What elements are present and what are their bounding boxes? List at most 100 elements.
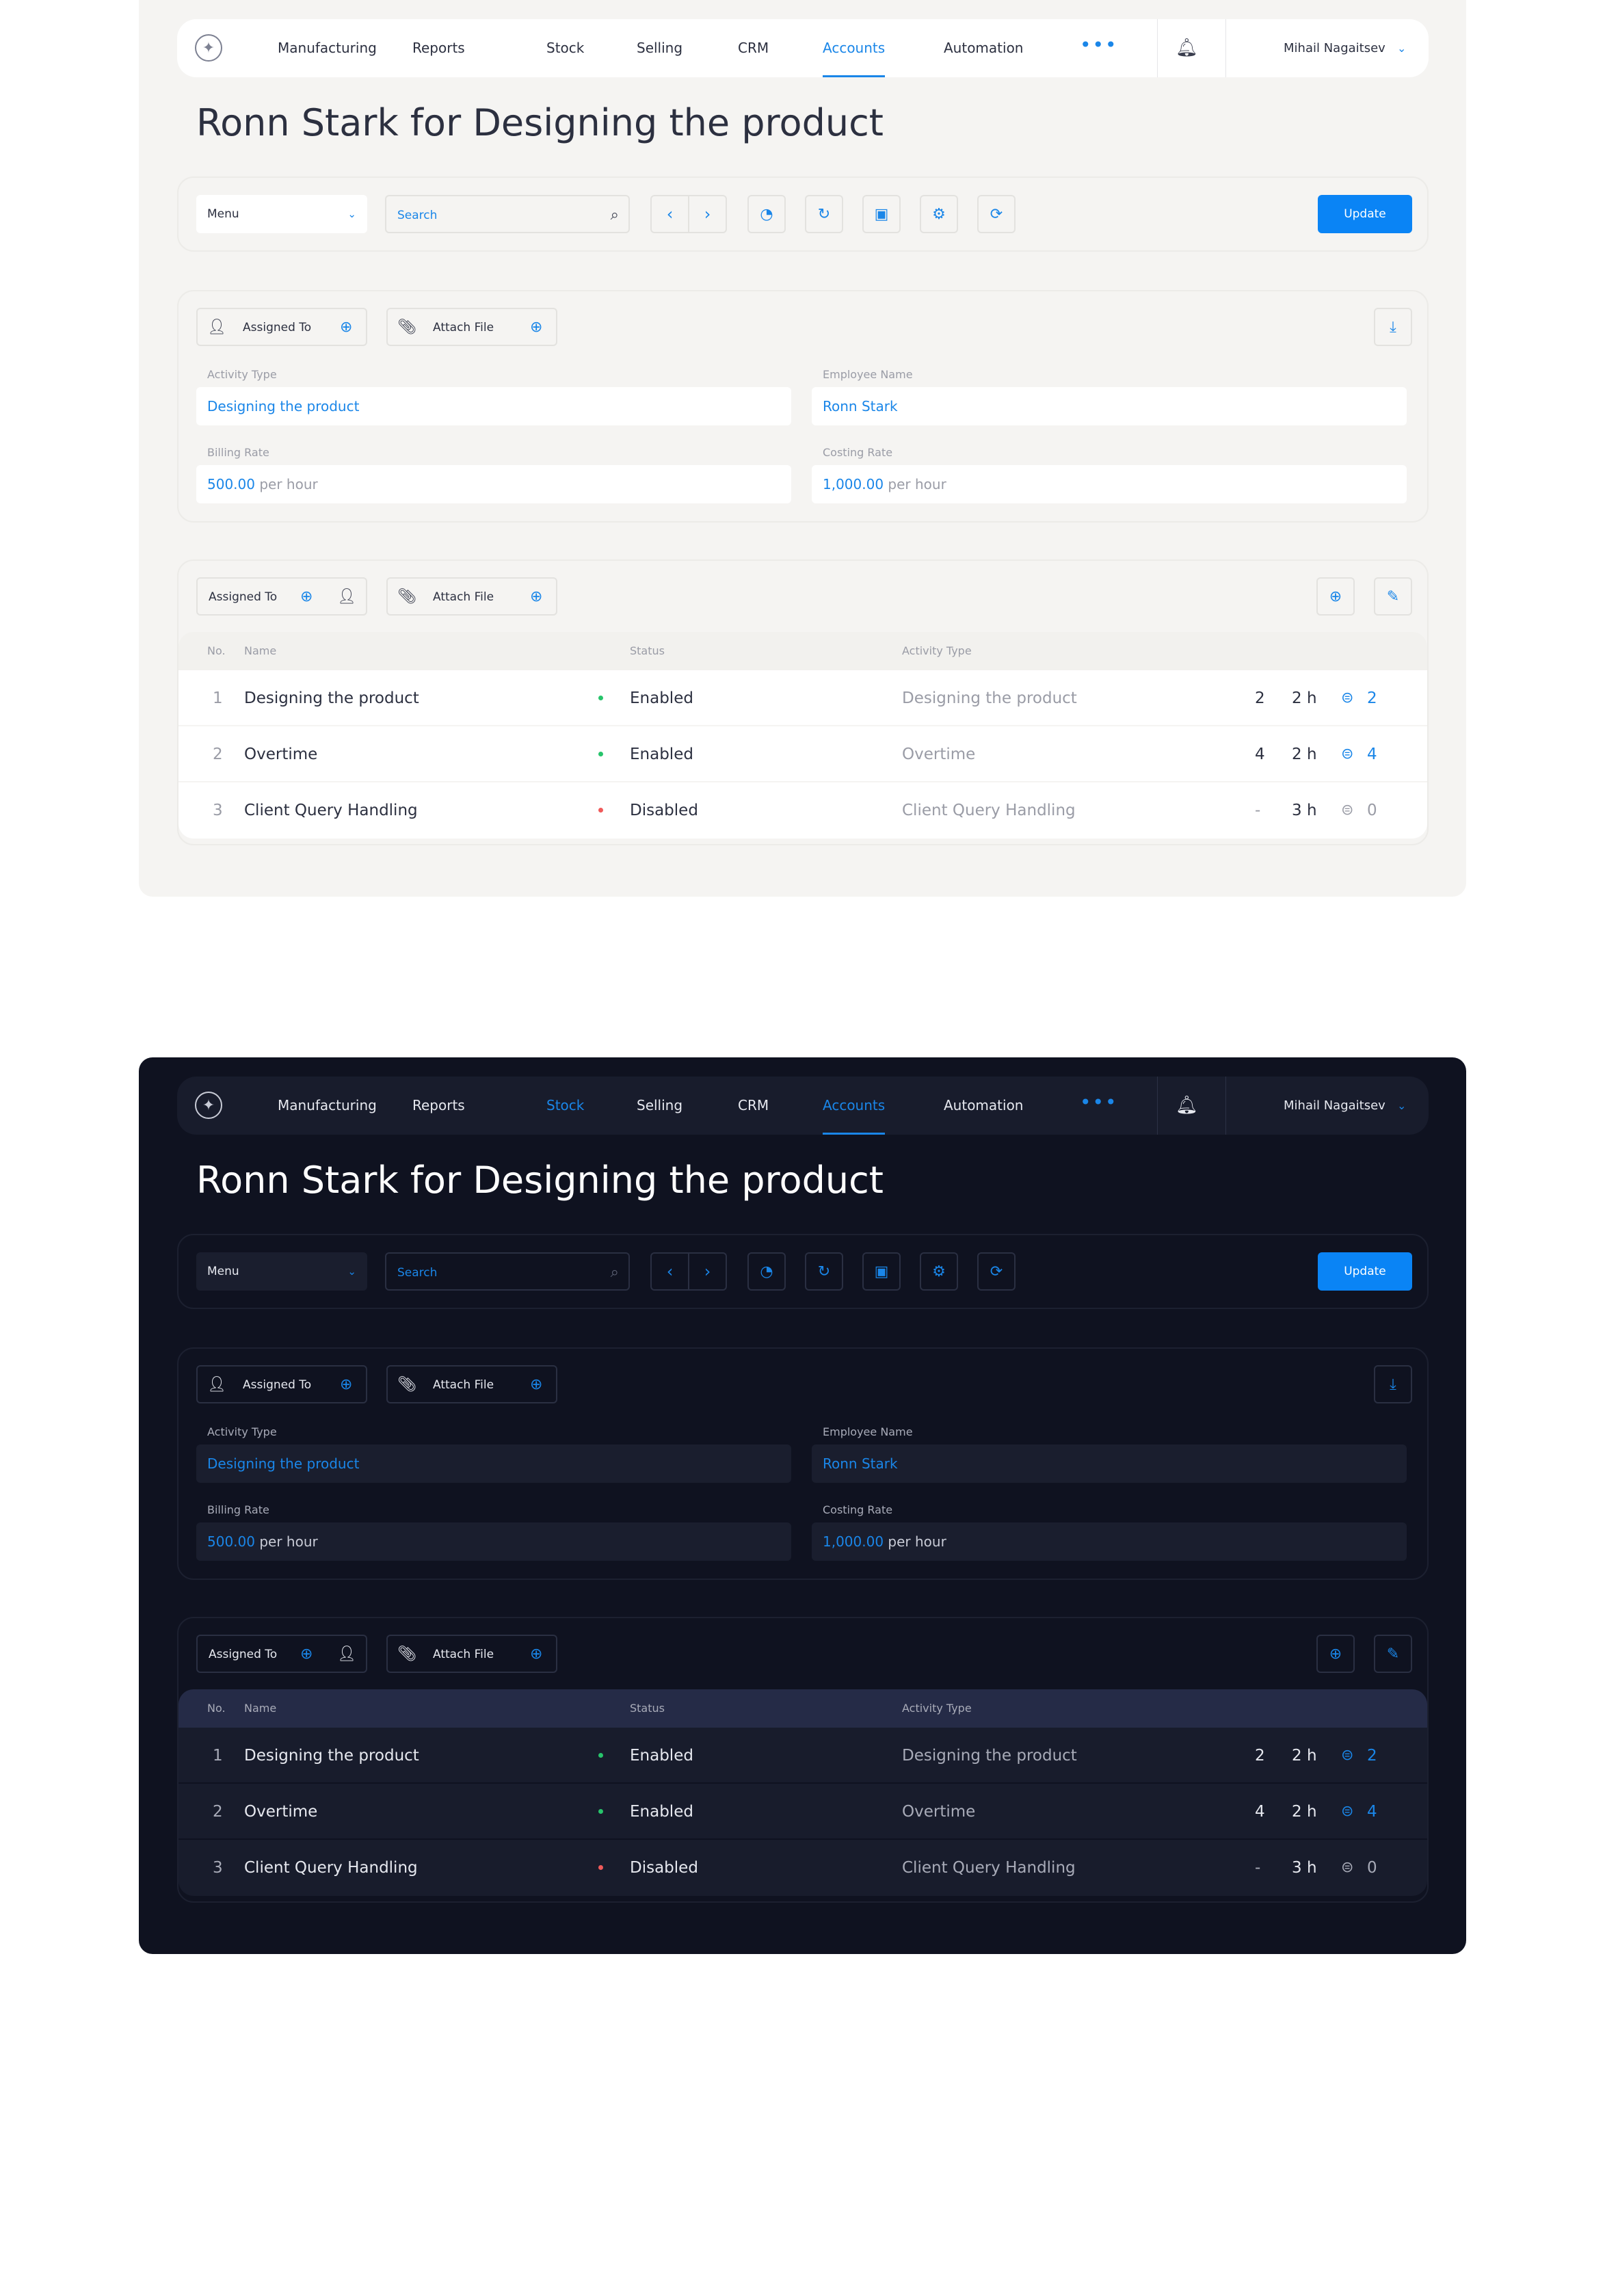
plus-circle-icon[interactable]: ⊕ bbox=[340, 1367, 352, 1403]
plus-circle-icon[interactable]: ⊕ bbox=[530, 309, 542, 346]
assigned-to-button[interactable]: Assigned To ⊕ 👤︎ bbox=[196, 1635, 367, 1673]
employee-name-field[interactable]: Ronn Stark bbox=[812, 387, 1407, 425]
employee-name-value: Ronn Stark bbox=[823, 1455, 898, 1472]
row-status: Enabled bbox=[630, 689, 693, 707]
chevron-right-icon[interactable]: › bbox=[689, 196, 726, 232]
update-button[interactable]: Update bbox=[1318, 1252, 1412, 1291]
document-icon[interactable]: ⊜ bbox=[1341, 726, 1353, 782]
nav-accounts[interactable]: Accounts bbox=[823, 19, 886, 77]
reload-icon[interactable]: ⟳ bbox=[977, 195, 1016, 233]
save-icon[interactable]: ▣ bbox=[862, 195, 901, 233]
chevron-right-icon[interactable]: › bbox=[689, 1254, 726, 1289]
activities-card: Assigned To ⊕ 👤︎ 📎︎ Attach File ⊕ ⊕ ✎ No… bbox=[177, 1617, 1429, 1903]
table-row[interactable]: 3 Client Query Handling Disabled Client … bbox=[178, 782, 1427, 839]
activity-type-field[interactable]: Designing the product bbox=[196, 387, 791, 425]
pie-chart-icon[interactable]: ◔ bbox=[747, 195, 786, 233]
sparkle-icon[interactable]: ✦ bbox=[195, 1092, 222, 1119]
menu-select[interactable]: Menu ⌄ bbox=[196, 1252, 367, 1291]
costing-rate-field[interactable]: 1,000.00 per hour bbox=[812, 1522, 1407, 1561]
edit-icon[interactable]: ✎ bbox=[1374, 1635, 1412, 1673]
bell-icon[interactable]: 🔔︎ bbox=[1176, 1095, 1198, 1116]
plus-circle-icon[interactable]: ⊕ bbox=[340, 309, 352, 346]
document-icon[interactable]: ⊜ bbox=[1341, 670, 1353, 726]
plus-circle-icon[interactable]: ⊕ bbox=[1316, 1635, 1355, 1673]
search-input[interactable]: Search ⌕ bbox=[385, 1252, 630, 1291]
paperclip-icon: 📎︎ bbox=[397, 319, 416, 336]
nav-reports[interactable]: Reports bbox=[412, 19, 465, 77]
attach-file-button[interactable]: 📎︎ Attach File ⊕ bbox=[386, 1365, 557, 1403]
row-hours: 3 h bbox=[1292, 1859, 1317, 1877]
assigned-to-button[interactable]: 👤︎ Assigned To ⊕ bbox=[196, 308, 367, 346]
pie-chart-icon[interactable]: ◔ bbox=[747, 1252, 786, 1291]
document-icon[interactable]: ⊜ bbox=[1341, 1784, 1353, 1840]
update-button[interactable]: Update bbox=[1318, 195, 1412, 233]
download-icon[interactable]: ⤓ bbox=[1374, 1365, 1412, 1403]
plus-circle-icon[interactable]: ⊕ bbox=[300, 579, 313, 616]
sparkle-icon[interactable]: ✦ bbox=[195, 34, 222, 62]
user-name[interactable]: Mihail Nagaitsev bbox=[1284, 19, 1385, 77]
nav-automation[interactable]: Automation bbox=[944, 1077, 1023, 1135]
nav-reports[interactable]: Reports bbox=[412, 1077, 465, 1135]
chevron-down-icon[interactable]: ⌄ bbox=[1397, 1077, 1406, 1135]
row-doc-count: 0 bbox=[1367, 802, 1377, 819]
assigned-to-button[interactable]: Assigned To ⊕ 👤︎ bbox=[196, 577, 367, 616]
table-row[interactable]: 2 Overtime Enabled Overtime 4 2 h ⊜ 4 bbox=[178, 1784, 1427, 1840]
edit-icon[interactable]: ✎ bbox=[1374, 577, 1412, 616]
row-no: 3 bbox=[213, 1859, 223, 1877]
billing-rate-field[interactable]: 500.00 per hour bbox=[196, 1522, 791, 1561]
attach-file-button[interactable]: 📎︎ Attach File ⊕ bbox=[386, 308, 557, 346]
document-icon[interactable]: ⊜ bbox=[1341, 782, 1353, 839]
download-icon[interactable]: ⤓ bbox=[1374, 308, 1412, 346]
nav-automation[interactable]: Automation bbox=[944, 19, 1023, 77]
nav-stock[interactable]: Stock bbox=[546, 1077, 584, 1135]
table-row[interactable]: 3 Client Query Handling Disabled Client … bbox=[178, 1840, 1427, 1896]
row-no: 1 bbox=[213, 689, 223, 707]
user-name[interactable]: Mihail Nagaitsev bbox=[1284, 1077, 1385, 1135]
menu-select[interactable]: Menu ⌄ bbox=[196, 195, 367, 233]
more-icon[interactable]: ••• bbox=[1080, 1093, 1118, 1112]
plus-circle-icon[interactable]: ⊕ bbox=[1316, 577, 1355, 616]
refresh-icon[interactable]: ↻ bbox=[805, 1252, 843, 1291]
table-row[interactable]: 1 Designing the product Enabled Designin… bbox=[178, 1728, 1427, 1784]
header-no: No. bbox=[207, 1702, 226, 1715]
activity-type-field[interactable]: Designing the product bbox=[196, 1444, 791, 1483]
save-icon[interactable]: ▣ bbox=[862, 1252, 901, 1291]
plus-circle-icon[interactable]: ⊕ bbox=[530, 1636, 542, 1673]
nav-crm[interactable]: CRM bbox=[738, 1077, 769, 1135]
nav-stock[interactable]: Stock bbox=[546, 19, 584, 77]
chevron-down-icon[interactable]: ⌄ bbox=[1397, 19, 1406, 77]
nav-manufacturing[interactable]: Manufacturing bbox=[278, 19, 377, 77]
nav-crm[interactable]: CRM bbox=[738, 19, 769, 77]
table-row[interactable]: 1 Designing the product Enabled Designin… bbox=[178, 670, 1427, 726]
billing-rate-field[interactable]: 500.00 per hour bbox=[196, 465, 791, 503]
document-icon[interactable]: ⊜ bbox=[1341, 1840, 1353, 1896]
assigned-to-button[interactable]: 👤︎ Assigned To ⊕ bbox=[196, 1365, 367, 1403]
plus-circle-icon[interactable]: ⊕ bbox=[530, 579, 542, 616]
attach-file-button[interactable]: 📎︎ Attach File ⊕ bbox=[386, 1635, 557, 1673]
pagination-buttons: ‹ › bbox=[650, 1252, 727, 1291]
activity-type-label: Activity Type bbox=[207, 1425, 277, 1438]
nav-selling[interactable]: Selling bbox=[637, 1077, 682, 1135]
employee-name-field[interactable]: Ronn Stark bbox=[812, 1444, 1407, 1483]
reload-icon[interactable]: ⟳ bbox=[977, 1252, 1016, 1291]
settings-icon[interactable]: ⚙ bbox=[920, 1252, 958, 1291]
nav-selling[interactable]: Selling bbox=[637, 19, 682, 77]
plus-circle-icon[interactable]: ⊕ bbox=[530, 1367, 542, 1403]
costing-rate-field[interactable]: 1,000.00 per hour bbox=[812, 465, 1407, 503]
chevron-left-icon[interactable]: ‹ bbox=[652, 196, 689, 232]
bell-icon[interactable]: 🔔︎ bbox=[1176, 38, 1198, 58]
menu-select-label: Menu bbox=[207, 1265, 239, 1278]
settings-icon[interactable]: ⚙ bbox=[920, 195, 958, 233]
nav-accounts[interactable]: Accounts bbox=[823, 1077, 886, 1135]
search-input[interactable]: Search ⌕ bbox=[385, 195, 630, 233]
document-icon[interactable]: ⊜ bbox=[1341, 1728, 1353, 1784]
plus-circle-icon[interactable]: ⊕ bbox=[300, 1636, 313, 1673]
attach-file-label: Attach File bbox=[433, 1378, 494, 1392]
table-row[interactable]: 2 Overtime Enabled Overtime 4 2 h ⊜ 4 bbox=[178, 726, 1427, 782]
row-status: Enabled bbox=[630, 1803, 693, 1821]
chevron-left-icon[interactable]: ‹ bbox=[652, 1254, 689, 1289]
nav-manufacturing[interactable]: Manufacturing bbox=[278, 1077, 377, 1135]
attach-file-button[interactable]: 📎︎ Attach File ⊕ bbox=[386, 577, 557, 616]
refresh-icon[interactable]: ↻ bbox=[805, 195, 843, 233]
more-icon[interactable]: ••• bbox=[1080, 36, 1118, 55]
